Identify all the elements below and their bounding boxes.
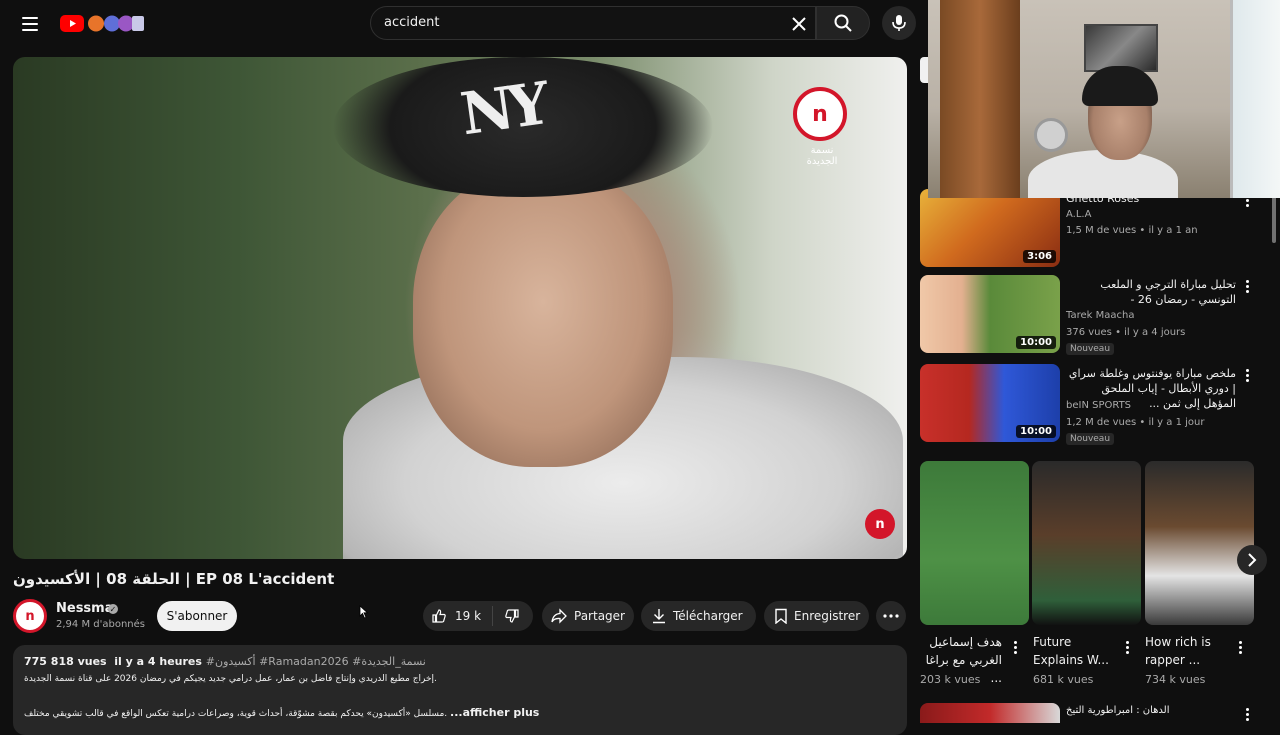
webcam-background-window [1230, 0, 1280, 198]
webcam-background-painting [1084, 24, 1158, 72]
share-button[interactable]: Partager [542, 601, 634, 631]
video-player[interactable]: NY n نسمة الجديدة n [13, 57, 907, 559]
video-meta: 1,5 M de vues • il y a 1 an [1066, 225, 1198, 236]
subscriber-count: 2,94 M d'abonnés [56, 619, 145, 630]
search-box[interactable]: accident [370, 6, 816, 40]
thumbs-down-icon [505, 609, 519, 623]
ny-cap-logo: NY [456, 69, 548, 149]
more-vertical-icon[interactable] [1240, 366, 1254, 384]
video-meta: 376 vues • il y a 4 jours [1066, 327, 1186, 338]
search-input[interactable]: accident [384, 15, 439, 30]
bookmark-icon [775, 608, 787, 624]
description-line-2: مسلسل «أكسيدون» يحدكم بقصة مشوّقة، أحداث… [24, 709, 448, 719]
like-dislike-group: 19 k [423, 601, 533, 631]
webcam-person-beanie [1082, 66, 1158, 106]
clear-search-icon[interactable] [789, 14, 809, 34]
more-vertical-icon[interactable] [1233, 638, 1247, 656]
chevron-right-icon [1248, 553, 1257, 567]
short-views: 734 k vues [1145, 673, 1206, 686]
dislike-button[interactable] [493, 608, 531, 624]
more-vertical-icon[interactable] [1240, 705, 1254, 723]
download-label: Télécharger [673, 609, 743, 623]
video-thumbnail[interactable]: 3:06 [920, 189, 1060, 267]
video-meta: 1,2 M de vues • il y a 1 jour [1066, 417, 1205, 428]
subscribe-button[interactable]: S'abonner [157, 601, 237, 631]
channel-name[interactable]: Nessma [56, 601, 114, 616]
description-meta: 775 818 vues il y a 4 heures #أكسيدون #R… [24, 655, 426, 668]
upload-age: il y a 4 heures [114, 655, 202, 668]
download-button[interactable]: Télécharger [641, 601, 756, 631]
short-title[interactable]: How rich is rapper ... [1145, 633, 1227, 669]
nessma-watermark-icon: n [793, 87, 847, 141]
video-duration: 10:00 [1016, 425, 1056, 438]
description-panel[interactable]: 775 818 vues il y a 4 heures #أكسيدون #R… [13, 645, 907, 735]
channel-name[interactable]: A.L.A [1066, 209, 1091, 220]
video-title[interactable]: تحليل مباراة الترجي و الملعب التونسي - ر… [1066, 277, 1236, 307]
short-views: 203 k vues [920, 673, 981, 686]
video-thumbnail[interactable] [920, 703, 1060, 723]
channel-name[interactable]: beIN SPORTS [1066, 400, 1131, 411]
menu-button[interactable] [14, 10, 46, 38]
sidebar-scrollbar[interactable] [1272, 195, 1276, 243]
channel-avatar[interactable]: n [13, 599, 47, 633]
recommended-video[interactable]: 3:06 Ghetto Roses A.L.A 1,5 M de vues • … [920, 189, 1260, 273]
nessma-corner-icon: n [865, 509, 895, 539]
short-thumbnail[interactable] [920, 461, 1029, 625]
short-views: 681 k vues [1033, 673, 1094, 686]
video-thumbnail[interactable]: 10:00 [920, 364, 1060, 442]
thumbs-up-icon [432, 609, 446, 623]
view-count: 775 818 vues [24, 655, 107, 668]
recommended-video[interactable]: 10:00 تحليل مباراة الترجي و الملعب التون… [920, 275, 1260, 359]
video-duration: 10:00 [1016, 336, 1056, 349]
new-badge: Nouveau [1066, 433, 1115, 445]
description-line: إخراج مطيع الدريدي وإنتاج فاضل بن عمار، … [24, 674, 437, 684]
new-badge: Nouveau [1066, 343, 1115, 355]
voice-search-button[interactable] [882, 6, 916, 40]
webcam-background-door [940, 0, 1020, 198]
hashtags[interactable]: #أكسيدون #Ramadan2026 #نسمة_الجديدة [206, 655, 426, 668]
short-title[interactable]: Future Explains W... [1033, 633, 1115, 669]
shorts-next-button[interactable] [1237, 545, 1267, 575]
search-icon [834, 14, 852, 32]
more-horizontal-icon [883, 614, 899, 618]
microphone-icon [892, 15, 906, 31]
chip-edge [920, 57, 928, 83]
share-icon [551, 608, 567, 624]
short-thumbnail[interactable] [1145, 461, 1254, 625]
search-button[interactable] [816, 6, 870, 40]
video-title[interactable]: الدهان : امبراطورية التيخ [1066, 705, 1170, 716]
video-frame-face [413, 167, 673, 467]
webcam-person-shirt [1028, 150, 1178, 198]
more-actions-button[interactable] [876, 601, 906, 631]
like-count: 19 k [455, 609, 482, 623]
webcam-overlay [928, 0, 1280, 198]
download-icon [653, 609, 665, 624]
more-vertical-icon[interactable] [1240, 277, 1254, 295]
youtube-logo[interactable] [60, 12, 144, 34]
video-thumbnail[interactable]: 10:00 [920, 275, 1060, 353]
verified-icon: ✓ [108, 604, 118, 614]
more-vertical-icon[interactable] [1008, 638, 1022, 656]
video-title: الحلقة 08 | الأكسيدون | EP 08 L'accident [13, 570, 335, 588]
save-button[interactable]: Enregistrer [764, 601, 869, 631]
share-label: Partager [574, 609, 625, 623]
watermark-subtitle: نسمة الجديدة [806, 145, 838, 167]
mouse-cursor-icon [359, 605, 369, 619]
video-duration: 3:06 [1023, 250, 1056, 263]
show-more-link[interactable]: ...afficher plus [450, 706, 539, 719]
webcam-background-fan [1034, 118, 1068, 152]
short-thumbnail[interactable] [1032, 461, 1141, 625]
recommended-video[interactable]: 10:00 ملخص مباراة يوفنتوس وغلطة سراي | د… [920, 364, 1260, 448]
like-button[interactable]: 19 k [423, 606, 493, 626]
more-vertical-icon[interactable] [1120, 638, 1134, 656]
channel-name[interactable]: Tarek Maacha [1066, 310, 1134, 321]
description-line: مسلسل «أكسيدون» يحدكم بقصة مشوّقة، أحداث… [24, 706, 539, 719]
save-label: Enregistrer [794, 609, 861, 623]
